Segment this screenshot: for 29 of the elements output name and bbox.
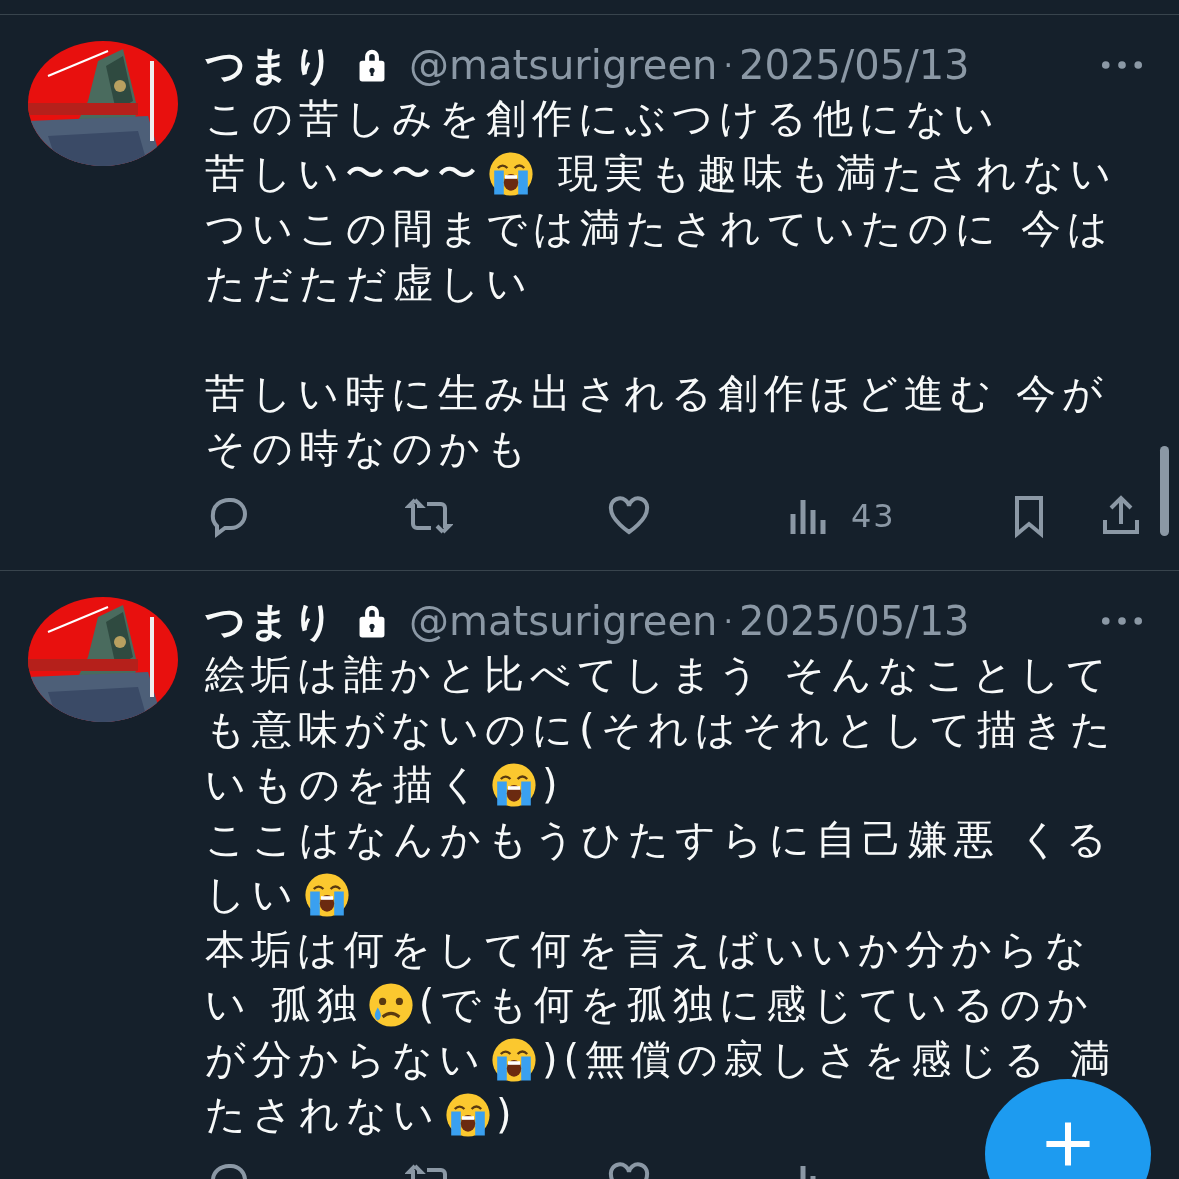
tweet-text: い 孤独 bbox=[205, 980, 363, 1029]
tweet-text: いものを描く bbox=[205, 760, 486, 809]
display-name[interactable]: つまり bbox=[205, 37, 337, 93]
post-date[interactable]: 2025/05/13 bbox=[739, 598, 970, 644]
tweet-text: しい bbox=[205, 870, 299, 919]
tweet-text: たされない bbox=[205, 1090, 440, 1139]
display-name[interactable]: つまり bbox=[205, 593, 337, 649]
tweet-text: ) bbox=[496, 1090, 518, 1139]
tweet-text: 苦しい時に生み出される創作ほど進む 今が bbox=[205, 369, 1109, 418]
tweet-text: 苦しい〜〜〜 bbox=[205, 149, 483, 198]
tweet-text: ただただ虚しい bbox=[205, 259, 533, 308]
view-count: 43 bbox=[851, 497, 896, 535]
user-handle[interactable]: @matsurigreen bbox=[409, 42, 718, 88]
user-handle[interactable]: @matsurigreen bbox=[409, 598, 718, 644]
tweet-text: ここはなんかもうひたすらに自己嫌悪 くる bbox=[205, 815, 1113, 864]
separator-dot: · bbox=[723, 603, 733, 639]
tweet-text: 現実も趣味も満たされない bbox=[556, 149, 1117, 198]
tweet-text: )(無償の寂しさを感じる 満 bbox=[542, 1035, 1116, 1084]
tweet-text: が分からない bbox=[205, 1035, 486, 1084]
tweet-text: (でも何を孤独に感じているのか bbox=[418, 980, 1095, 1029]
tweet-text: この苦しみを創作にぶつける他にない bbox=[205, 94, 1000, 143]
tweet-text: 本垢は何をして何を言えばいいか分からな bbox=[205, 925, 1092, 974]
tweet-text: も意味がないのに(それはそれとして描きた bbox=[205, 705, 1117, 754]
separator-dot: · bbox=[723, 47, 733, 83]
tweet-text: ついこの間までは満たされていたのに 今は bbox=[205, 204, 1114, 253]
tweet-text: ) bbox=[542, 760, 564, 809]
tweet-text: その時なのかも bbox=[205, 424, 533, 473]
post-date[interactable]: 2025/05/13 bbox=[739, 42, 970, 88]
tweet-text: 絵垢は誰かと比べてしまう そんなことして bbox=[205, 650, 1113, 699]
